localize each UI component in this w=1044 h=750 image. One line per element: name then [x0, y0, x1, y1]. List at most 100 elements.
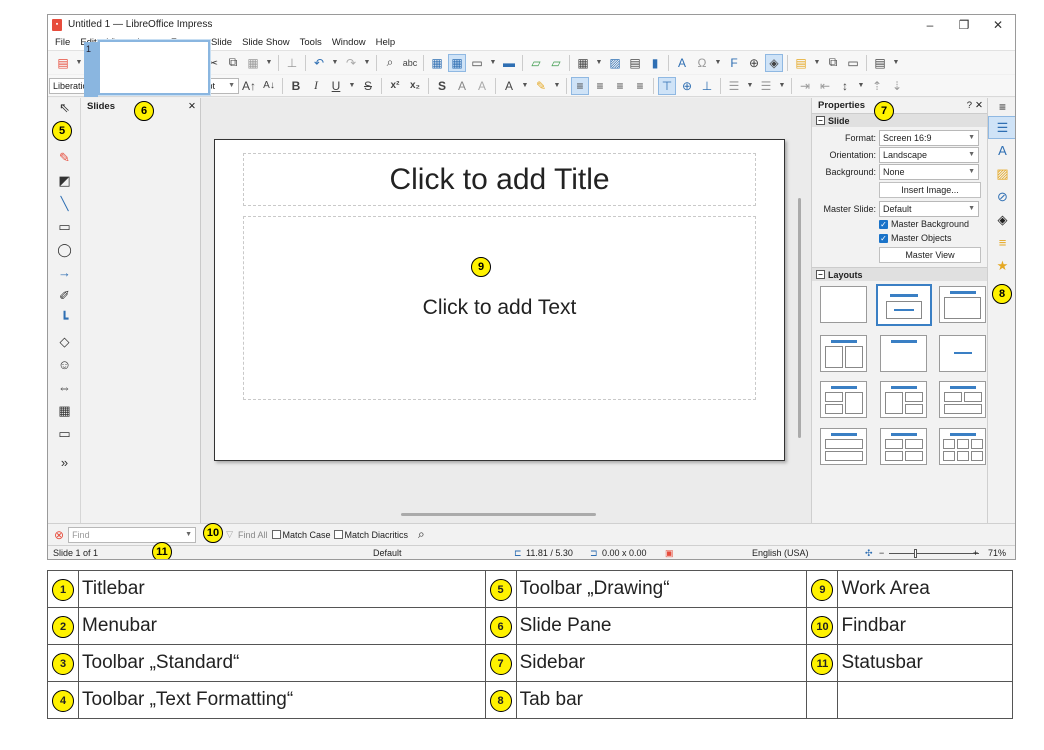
- shadow-icon[interactable]: S: [433, 77, 451, 95]
- font-color-icon[interactable]: A: [500, 77, 518, 95]
- zoom-level[interactable]: 71%: [988, 548, 1006, 558]
- master-view-button[interactable]: Master View: [879, 247, 981, 263]
- undo-icon[interactable]: ↶: [310, 54, 328, 72]
- table-dropdown-icon[interactable]: ▼: [594, 54, 604, 72]
- decrease-font-size-icon[interactable]: A↓: [260, 77, 278, 95]
- bold-icon[interactable]: B: [287, 77, 305, 95]
- callouts-icon[interactable]: ▭: [48, 422, 81, 445]
- maximize-button[interactable]: ❐: [947, 15, 981, 34]
- zoom-slider-track[interactable]: [889, 553, 979, 554]
- close-icon[interactable]: ✕: [975, 100, 983, 111]
- match-diacritics-checkbox[interactable]: [333, 530, 343, 539]
- superscript-icon[interactable]: x²: [386, 77, 404, 95]
- properties-tab-icon[interactable]: ☰: [988, 116, 1015, 139]
- block-arrows-icon[interactable]: ⇔: [48, 376, 81, 399]
- increase-indent-icon[interactable]: ⇥: [796, 77, 814, 95]
- align-top-icon[interactable]: ⊤: [658, 76, 676, 95]
- unordered-list-icon[interactable]: ☰: [725, 77, 743, 95]
- decrease-indent-icon[interactable]: ⇤: [816, 77, 834, 95]
- font-color-dropdown-icon[interactable]: ▼: [520, 77, 530, 95]
- zoom-out-icon[interactable]: −: [879, 548, 884, 558]
- menu-help[interactable]: Help: [371, 37, 401, 48]
- basic-shapes-icon[interactable]: ◈: [765, 53, 783, 72]
- match-case-checkbox[interactable]: [271, 530, 281, 539]
- special-character-icon[interactable]: Ω: [693, 54, 711, 72]
- delete-slide-icon[interactable]: ▭: [844, 54, 862, 72]
- paste-icon[interactable]: ▦: [244, 54, 262, 72]
- curves-polygons-icon[interactable]: ✐: [48, 284, 81, 307]
- close-button[interactable]: ✕: [981, 15, 1015, 34]
- master-slide-select[interactable]: Default ▼: [879, 200, 979, 217]
- hyperlink-icon[interactable]: ⊕: [745, 54, 763, 72]
- layout-title-two-content[interactable]: [820, 335, 867, 372]
- menu-tools[interactable]: Tools: [295, 37, 327, 48]
- shapes-tab-icon[interactable]: ◈: [988, 208, 1015, 231]
- find-all-button[interactable]: Find All: [238, 530, 268, 540]
- lines-arrows-icon[interactable]: →: [48, 261, 81, 284]
- gallery-tab-icon[interactable]: ▨: [988, 162, 1015, 185]
- layout-blank[interactable]: [820, 286, 867, 323]
- background-select[interactable]: None ▼: [879, 163, 979, 180]
- layout-title-4-content[interactable]: [880, 428, 927, 465]
- image-icon[interactable]: ▨: [606, 54, 624, 72]
- slide-thumbnail[interactable]: 1: [84, 40, 210, 97]
- basic-shapes-icon[interactable]: ◇: [48, 330, 81, 353]
- ordered-list-dropdown-icon[interactable]: ▼: [777, 77, 787, 95]
- special-character-dropdown-icon[interactable]: ▼: [713, 54, 723, 72]
- close-icon[interactable]: ✕: [188, 101, 196, 112]
- layout-title-content-and-2-content[interactable]: [880, 381, 927, 418]
- ordered-list-icon[interactable]: ☰: [757, 77, 775, 95]
- ellipse-icon[interactable]: ◯: [48, 238, 81, 261]
- animation-tab-icon[interactable]: ★: [988, 254, 1015, 277]
- new-document-icon[interactable]: ▤: [54, 54, 72, 72]
- minimize-button[interactable]: –: [913, 15, 947, 34]
- find-input[interactable]: Find ▼: [68, 526, 197, 543]
- find-replace-icon[interactable]: ⌕: [381, 54, 399, 72]
- horizontal-scrollbar[interactable]: [401, 513, 596, 516]
- text-placeholder[interactable]: Click to add Text: [243, 216, 756, 400]
- zoom-in-icon[interactable]: +: [973, 548, 978, 558]
- unordered-list-dropdown-icon[interactable]: ▼: [745, 77, 755, 95]
- table-icon[interactable]: ▦: [574, 54, 592, 72]
- strikethrough-icon[interactable]: S: [359, 77, 377, 95]
- copy-icon[interactable]: ⧉: [224, 54, 242, 72]
- paste-dropdown-icon[interactable]: ▼: [264, 54, 274, 72]
- layout-title-only[interactable]: [880, 335, 927, 372]
- underline-icon[interactable]: U: [327, 77, 345, 95]
- slide-canvas[interactable]: Click to add Title Click to add Text: [214, 139, 785, 461]
- menu-slide[interactable]: Slide: [206, 37, 237, 48]
- slide-transition-tab-icon[interactable]: ≡: [988, 231, 1015, 254]
- slide-section-header[interactable]: – Slide: [812, 113, 987, 127]
- outline-icon[interactable]: A: [453, 77, 471, 95]
- master-objects-checkbox[interactable]: ✓ Master Objects: [879, 231, 987, 245]
- orientation-select[interactable]: Landscape ▼: [879, 146, 979, 163]
- text-box-icon[interactable]: A: [673, 54, 691, 72]
- center-vertically-icon[interactable]: ⊕: [678, 77, 696, 95]
- align-bottom-icon[interactable]: ⊥: [698, 77, 716, 95]
- layouts-section-header[interactable]: – Layouts: [812, 267, 987, 281]
- line-spacing-dropdown-icon[interactable]: ▼: [856, 77, 866, 95]
- vertical-scrollbar[interactable]: [798, 198, 801, 438]
- help-icon[interactable]: ?: [967, 100, 972, 111]
- display-views-icon[interactable]: ▭: [468, 54, 486, 72]
- helplines-icon[interactable]: ▦: [448, 53, 466, 72]
- new-dropdown-icon[interactable]: ▼: [74, 54, 84, 72]
- redo-dropdown-icon[interactable]: ▼: [362, 54, 372, 72]
- line-spacing-icon[interactable]: ↕: [836, 77, 854, 95]
- italic-icon[interactable]: I: [307, 77, 325, 95]
- media-icon[interactable]: ▤: [626, 54, 644, 72]
- menu-slide-show[interactable]: Slide Show: [237, 37, 295, 48]
- sidebar-menu-icon[interactable]: ≡: [988, 98, 1015, 116]
- grid-icon[interactable]: ▦: [428, 54, 446, 72]
- navigator-tab-icon[interactable]: ⊘: [988, 185, 1015, 208]
- increase-font-size-icon[interactable]: A↑: [240, 77, 258, 95]
- underline-dropdown-icon[interactable]: ▼: [347, 77, 357, 95]
- layout-title-2-content-and-content[interactable]: [820, 381, 867, 418]
- align-center-icon[interactable]: ≡: [591, 77, 609, 95]
- layout-title-2-content-over-content[interactable]: [939, 381, 986, 418]
- menu-window[interactable]: Window: [327, 37, 371, 48]
- increase-paragraph-spacing-icon[interactable]: ⇡: [868, 77, 886, 95]
- decrease-paragraph-spacing-icon[interactable]: ⇣: [888, 77, 906, 95]
- fontwork-icon[interactable]: F: [725, 54, 743, 72]
- symbol-shapes-icon[interactable]: ☺: [48, 353, 81, 376]
